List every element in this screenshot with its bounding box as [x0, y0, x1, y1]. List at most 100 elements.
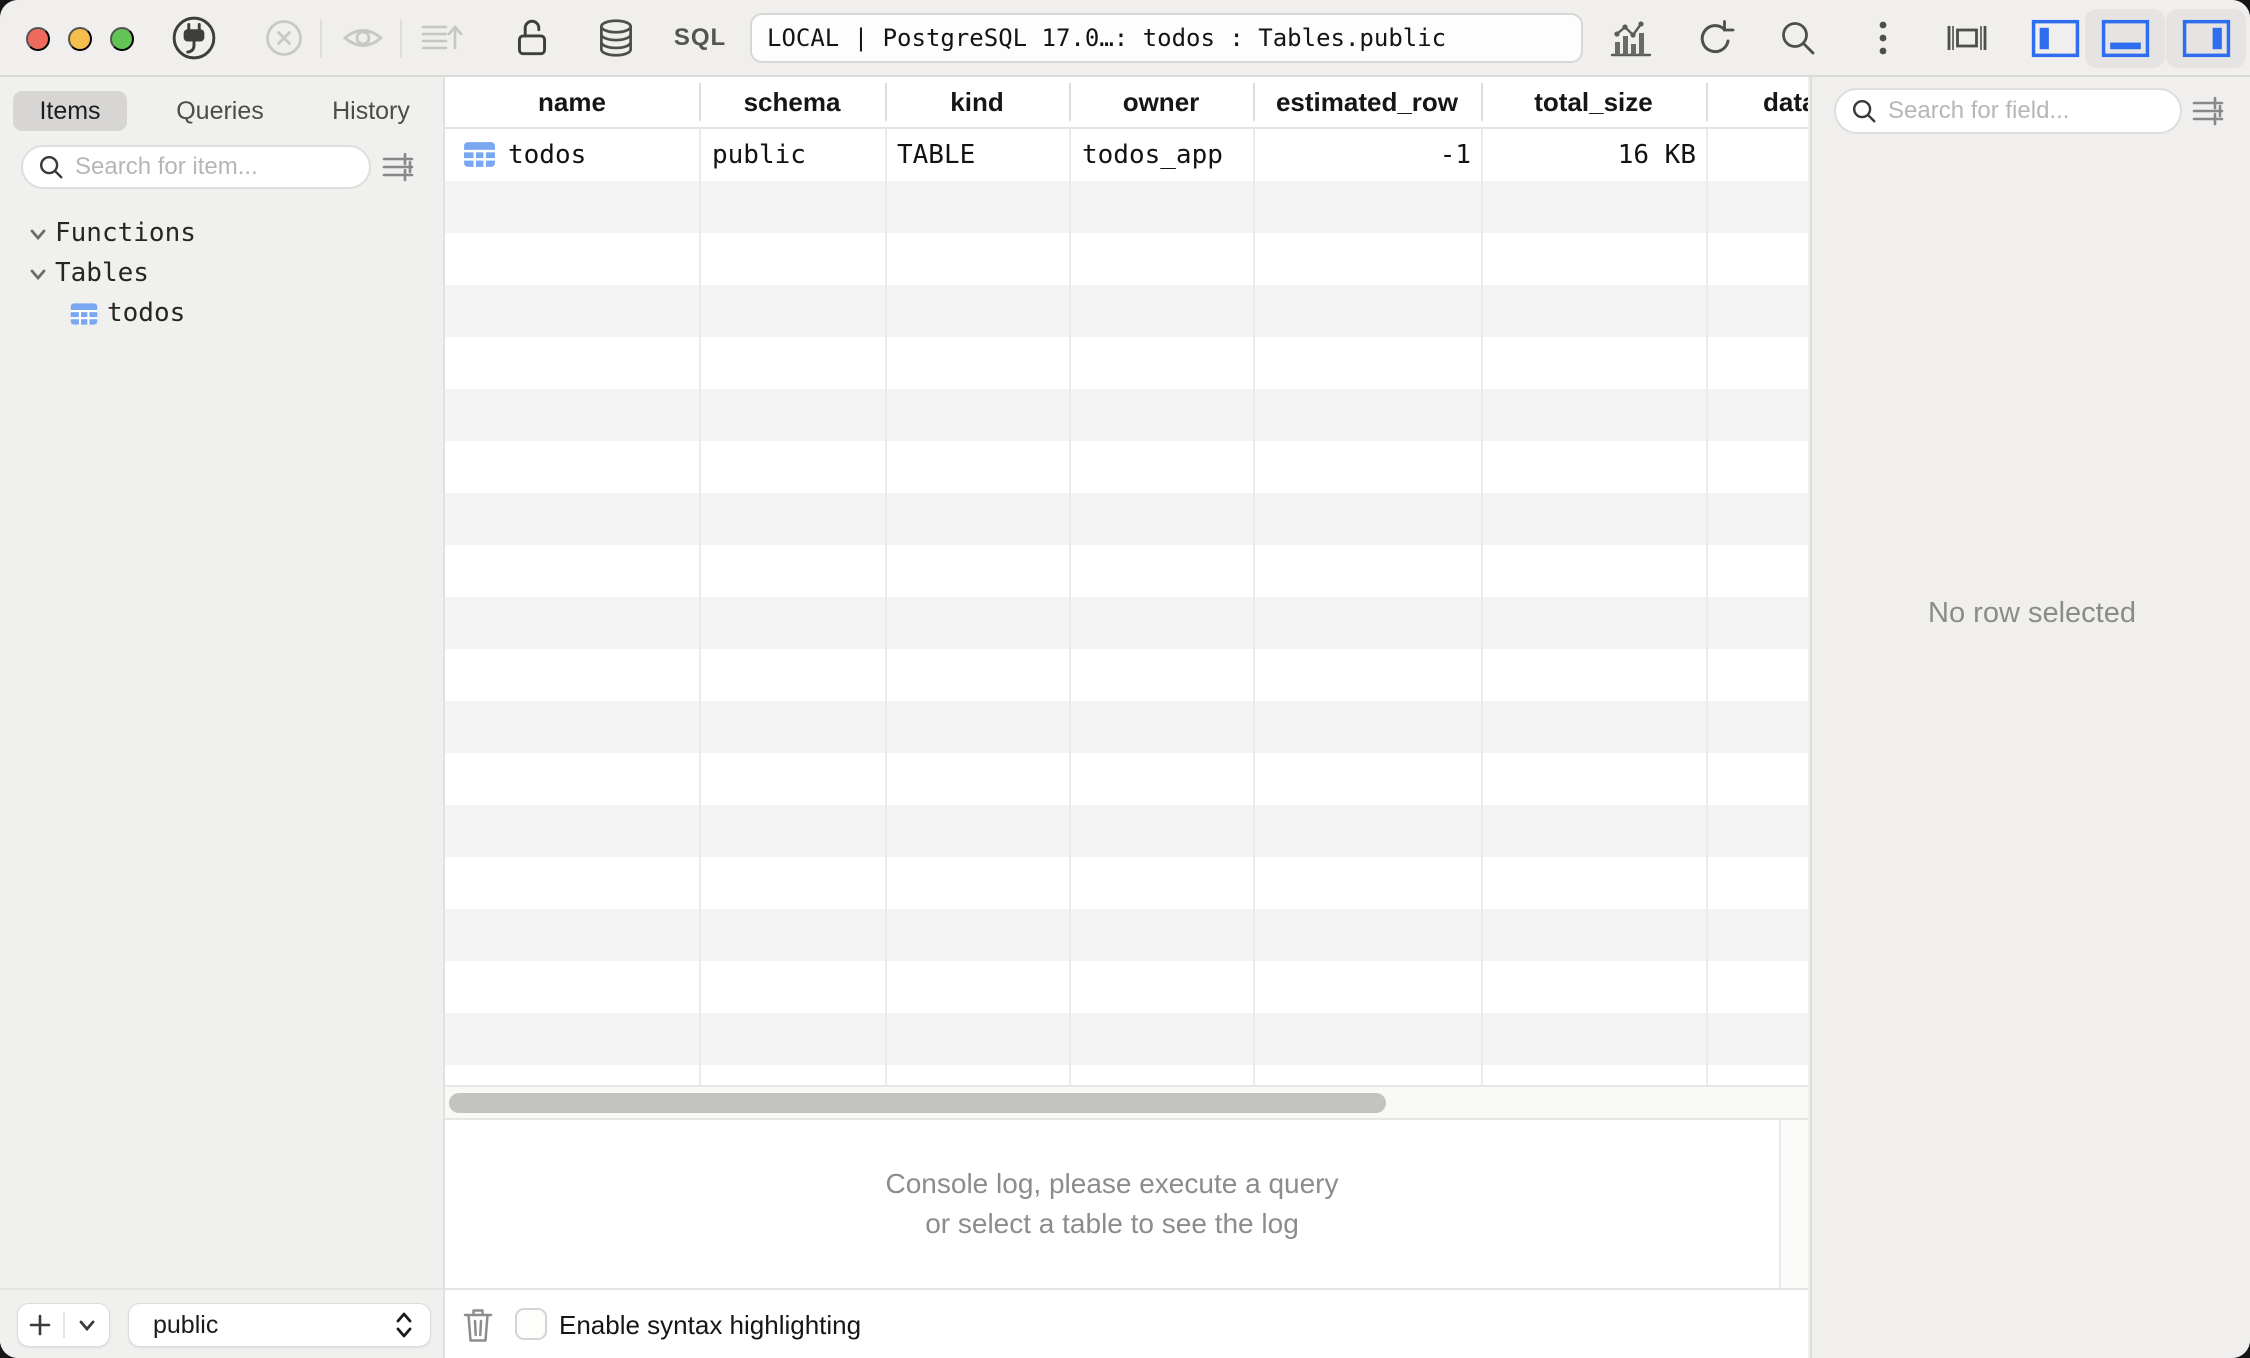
statistics-button[interactable] — [1607, 14, 1655, 62]
table-row[interactable]: todos public TABLE todos_app -1 16 KB — [445, 129, 1808, 181]
toolbar-separator — [320, 20, 322, 58]
connect-button[interactable] — [170, 14, 218, 62]
table-grid-icon — [462, 137, 497, 172]
item-search-field[interactable] — [21, 145, 371, 189]
chevron-down-icon — [76, 1314, 98, 1336]
app-window: SQL LOCAL | PostgreSQL 17.0…: todos : Ta… — [0, 0, 2250, 1358]
add-item-menu-button[interactable] — [65, 1304, 110, 1346]
item-filter-button[interactable] — [374, 143, 422, 191]
tree-item-todos[interactable]: todos — [0, 293, 445, 333]
cell-name: todos — [508, 129, 586, 181]
sql-query-button[interactable]: SQL — [676, 14, 724, 62]
column-separator — [1481, 129, 1483, 1085]
database-icon — [593, 15, 639, 61]
header-separator — [1253, 83, 1255, 121]
chart-icon — [1608, 17, 1654, 59]
toggle-left-panel-button[interactable] — [2015, 9, 2095, 68]
sidebar-bottom-bar: public — [0, 1288, 443, 1358]
right-panel: No row selected — [1810, 77, 2250, 1358]
column-header-name[interactable]: name — [445, 77, 699, 127]
clear-console-button[interactable] — [453, 1300, 503, 1350]
lock-button[interactable] — [508, 14, 556, 62]
add-item-button[interactable] — [18, 1304, 63, 1346]
search-icon — [37, 153, 65, 181]
panel-bottom-icon — [2101, 19, 2150, 58]
scrollbar-thumb[interactable] — [449, 1093, 1386, 1113]
connection-title-text: LOCAL | PostgreSQL 17.0…: todos : Tables… — [767, 24, 1446, 52]
field-search-input[interactable] — [1888, 97, 2166, 125]
header-separator — [1481, 83, 1483, 121]
sql-icon: SQL — [674, 24, 726, 52]
pending-changes-button[interactable] — [418, 14, 466, 62]
close-button[interactable] — [26, 27, 50, 51]
schema-select[interactable]: public — [128, 1303, 431, 1347]
filter-sliders-icon — [2190, 93, 2226, 129]
column-header-estimated-row[interactable]: estimated_row — [1253, 77, 1481, 127]
tab-items[interactable]: Items — [13, 91, 127, 131]
header-separator — [1069, 83, 1071, 121]
tree-group-functions[interactable]: Functions — [0, 213, 445, 253]
chevron-down-icon[interactable] — [27, 263, 49, 285]
column-header-total-size[interactable]: total_size — [1481, 77, 1706, 127]
syntax-highlighting-checkbox[interactable] — [515, 1308, 547, 1340]
toggle-right-panel-button[interactable] — [2166, 9, 2246, 68]
tab-history[interactable]: History — [310, 91, 432, 131]
trash-icon — [462, 1306, 494, 1344]
search-icon — [1777, 17, 1819, 59]
zoom-button[interactable] — [110, 27, 134, 51]
disconnect-x-icon — [262, 16, 306, 60]
add-item-split-button — [17, 1303, 110, 1347]
refresh-button[interactable] — [1691, 14, 1739, 62]
main-area: name schema kind owner estimated_row tot… — [445, 77, 1808, 1358]
toggle-bottom-panel-button[interactable] — [2085, 9, 2165, 68]
cell-total-size: 16 KB — [1481, 129, 1696, 181]
more-options-button[interactable] — [1859, 14, 1907, 62]
column-header-schema[interactable]: schema — [699, 77, 885, 127]
lock-open-icon — [511, 15, 553, 61]
field-filter-button[interactable] — [2184, 87, 2232, 135]
sidebar: Items Queries History — [0, 77, 445, 1358]
disconnect-button[interactable] — [260, 14, 308, 62]
tree-group-tables[interactable]: Tables — [0, 253, 445, 293]
refresh-icon — [1693, 16, 1737, 60]
tree-item-label: todos — [107, 293, 185, 333]
field-search-field[interactable] — [1834, 88, 2182, 134]
chevron-down-icon[interactable] — [27, 223, 49, 245]
tab-queries[interactable]: Queries — [158, 91, 282, 131]
minimize-button[interactable] — [68, 27, 92, 51]
fit-width-button[interactable] — [1943, 14, 1991, 62]
eye-icon — [340, 15, 386, 61]
filter-sliders-icon — [380, 149, 416, 185]
column-width-icon — [1944, 17, 1990, 59]
panel-right-icon — [2182, 19, 2231, 58]
cell-schema: public — [712, 129, 806, 181]
preview-button[interactable] — [339, 14, 387, 62]
connection-title[interactable]: LOCAL | PostgreSQL 17.0…: todos : Tables… — [750, 13, 1583, 63]
header-separator — [699, 83, 701, 121]
search-icon — [1850, 97, 1878, 125]
horizontal-scrollbar[interactable] — [445, 1085, 1808, 1120]
item-search-input[interactable] — [75, 153, 355, 181]
tree-group-label: Functions — [55, 213, 196, 253]
column-separator — [1253, 129, 1255, 1085]
database-button[interactable] — [592, 14, 640, 62]
header-separator — [885, 83, 887, 121]
cell-owner: todos_app — [1082, 129, 1223, 181]
column-header-data[interactable]: data — [1763, 77, 1808, 127]
tree-group-label: Tables — [55, 253, 149, 293]
schema-select-value: public — [153, 1311, 394, 1340]
grid-header: name schema kind owner estimated_row tot… — [445, 77, 1808, 129]
plug-icon — [171, 15, 217, 61]
select-updown-icon — [394, 1310, 414, 1340]
header-separator — [1706, 83, 1708, 121]
column-header-kind[interactable]: kind — [885, 77, 1069, 127]
panel-left-icon — [2031, 19, 2080, 58]
column-separator — [1706, 129, 1708, 1085]
search-button[interactable] — [1774, 14, 1822, 62]
syntax-highlighting-label: Enable syntax highlighting — [559, 1290, 861, 1358]
column-header-owner[interactable]: owner — [1069, 77, 1253, 127]
grid-body: todos public TABLE todos_app -1 16 KB — [445, 129, 1808, 1085]
console-scrollbar-track[interactable] — [1779, 1120, 1808, 1288]
console-message-line1: Console log, please execute a query — [886, 1164, 1339, 1204]
ellipsis-vertical-icon — [1877, 16, 1889, 60]
